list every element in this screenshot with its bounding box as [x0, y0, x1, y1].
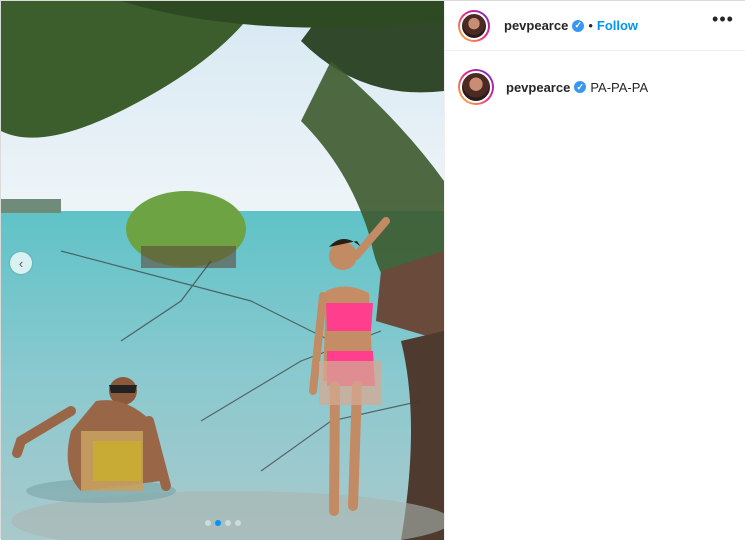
separator: •	[588, 18, 593, 33]
caption-avatar[interactable]	[458, 69, 494, 105]
caption: pevpearce ✓ PA-PA-PA	[445, 51, 745, 105]
carousel-dot	[204, 520, 211, 526]
beach-photo	[1, 1, 444, 540]
avatar[interactable]	[458, 9, 490, 42]
caption-text: pevpearce ✓ PA-PA-PA	[506, 80, 648, 95]
post-photo[interactable]: ‹	[1, 1, 444, 540]
carousel-dots	[1, 520, 444, 526]
carousel-prev-button[interactable]: ‹	[10, 252, 32, 274]
username-link[interactable]: pevpearce	[504, 18, 568, 33]
carousel-dot-active	[214, 520, 221, 526]
more-options-icon[interactable]: •••	[708, 9, 738, 29]
chevron-left-icon: ‹	[18, 255, 24, 271]
verified-badge-icon: ✓	[572, 19, 585, 32]
instagram-post: ‹ pevpearce ✓ • Follow ••• pevpearce ✓ P…	[0, 0, 745, 540]
post-sidebar: pevpearce ✓ • Follow ••• pevpearce ✓ PA-…	[444, 1, 745, 540]
caption-username-link[interactable]: pevpearce	[506, 80, 570, 95]
caption-body: PA-PA-PA	[590, 79, 649, 95]
post-header: pevpearce ✓ • Follow •••	[445, 1, 745, 51]
carousel-dot	[234, 520, 241, 526]
follow-button[interactable]: Follow	[597, 18, 638, 33]
verified-badge-icon: ✓	[574, 81, 587, 93]
carousel-dot	[224, 520, 231, 526]
